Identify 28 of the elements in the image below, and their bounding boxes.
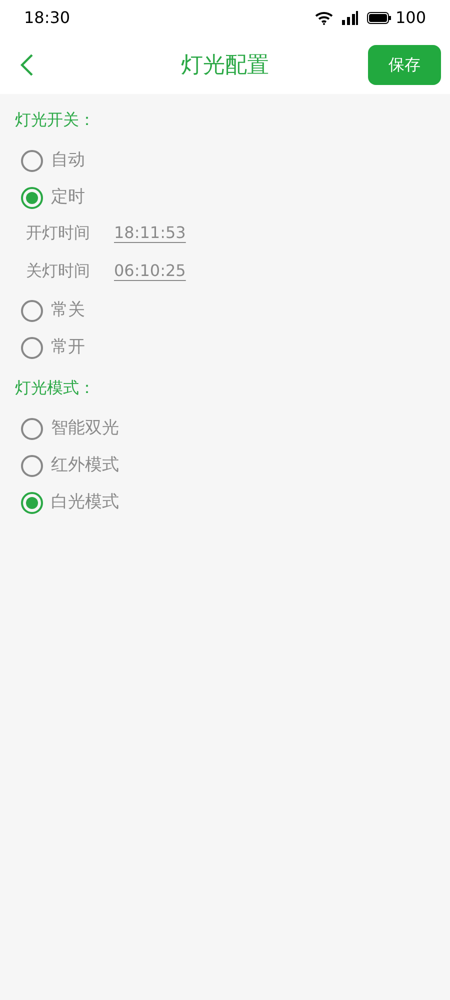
time-label: 开灯时间	[26, 222, 90, 244]
status-time: 18:30	[24, 7, 70, 29]
radio-button[interactable]	[21, 150, 43, 172]
wifi-icon	[315, 11, 334, 25]
radio-option[interactable]: 自动	[0, 142, 450, 179]
save-button[interactable]: 保存	[368, 45, 441, 85]
radio-option[interactable]: 常关	[0, 292, 450, 329]
battery-icon	[367, 12, 392, 24]
battery-level: 100	[395, 7, 426, 29]
radio-button[interactable]	[21, 336, 43, 358]
time-value[interactable]: 06:10:25	[114, 258, 186, 282]
time-label: 关灯时间	[26, 260, 90, 282]
radio-button[interactable]	[21, 454, 43, 476]
radio-option[interactable]: 智能双光	[0, 410, 450, 447]
radio-button[interactable]	[21, 492, 43, 514]
radio-option[interactable]: 定时	[0, 179, 450, 216]
page-title: 灯光配置	[181, 52, 269, 80]
radio-button[interactable]	[21, 418, 43, 440]
section-title: 灯光开关：	[14, 109, 96, 131]
back-icon[interactable]	[20, 53, 34, 77]
radio-button[interactable]	[21, 186, 43, 208]
radio-option[interactable]: 白光模式	[0, 484, 450, 521]
time-value[interactable]: 18:11:53	[114, 220, 186, 244]
radio-button[interactable]	[21, 300, 43, 322]
section-title: 灯光模式：	[14, 377, 96, 399]
signal-icon	[341, 11, 360, 25]
radio-option[interactable]: 常开	[0, 329, 450, 366]
radio-option[interactable]: 红外模式	[0, 447, 450, 484]
